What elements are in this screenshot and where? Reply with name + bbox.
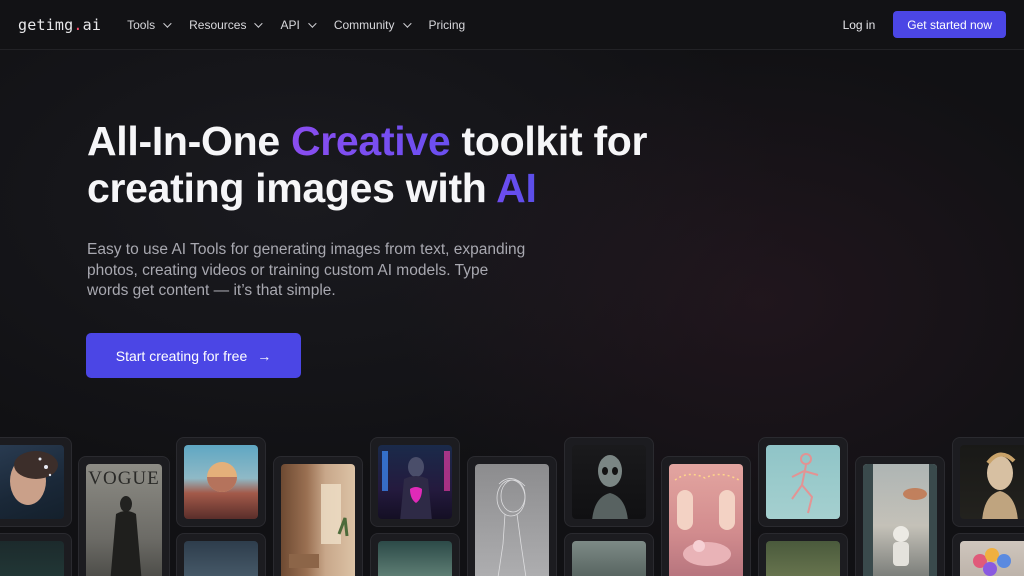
gallery-card[interactable] [758, 437, 848, 527]
start-creating-label: Start creating for free [115, 347, 248, 364]
gallery-foggy-landscape [572, 541, 646, 576]
gallery-card[interactable]: VOGUE [78, 456, 170, 576]
gallery-neon-cyborg [378, 445, 452, 519]
gallery-card[interactable] [273, 456, 363, 576]
hero-headline: All-In-One Creative toolkit for creating… [87, 118, 727, 212]
gallery-android-bust [960, 445, 1024, 519]
gallery-card[interactable] [370, 533, 460, 576]
gallery-teal-face [378, 541, 452, 576]
chevron-down-icon [307, 18, 317, 28]
chevron-down-icon [163, 18, 172, 28]
headline-part1: All-In-One [87, 118, 291, 164]
headline-accent-creative: Creative [290, 118, 451, 164]
gallery-interior-room [281, 464, 355, 576]
nav-item-label: Pricing [428, 17, 466, 32]
gallery-dark-portrait [0, 541, 64, 576]
logo-dot: . [73, 15, 83, 34]
gallery-statue-blue [184, 541, 258, 576]
gallery-card[interactable] [855, 456, 945, 576]
vogue-caption: VOGUE [88, 468, 160, 489]
nav-item-label: API [280, 17, 300, 32]
gallery-card[interactable] [176, 533, 266, 576]
top-navbar: getimg. ai Tools Resources API Community … [0, 0, 1024, 50]
gallery-sphere-landscape [184, 445, 258, 519]
gallery-card[interactable] [758, 533, 848, 576]
nav-item-pricing[interactable]: Pricing [429, 18, 466, 32]
nav-item-api[interactable]: API [280, 17, 317, 32]
nav-item-label: Community [333, 17, 395, 32]
gallery-card[interactable] [0, 533, 72, 576]
gallery-astronaut-portrait [863, 464, 937, 576]
nav-item-label: Tools [127, 17, 156, 32]
gallery-sketch-figure [475, 464, 549, 576]
logo-text: getimg [18, 15, 74, 34]
nav-links: Tools Resources API Community Pricing [127, 18, 485, 32]
nav-item-tools[interactable]: Tools [127, 17, 172, 32]
gallery-greenhouse [766, 541, 840, 576]
arrow-right-icon: → [257, 347, 272, 364]
logo[interactable]: getimg. ai [18, 16, 101, 34]
nav-actions: Log in Get started now [843, 11, 1006, 38]
gallery-balloons [960, 541, 1024, 576]
gallery-card[interactable] [564, 533, 654, 576]
nav-item-community[interactable]: Community [333, 17, 412, 32]
chevron-down-icon [402, 18, 412, 28]
gallery-card[interactable] [564, 437, 654, 527]
hero-subtitle: Easy to use AI Tools for generating imag… [87, 241, 526, 299]
gallery-glass-runner [766, 445, 840, 519]
gallery-card[interactable] [370, 437, 460, 527]
logo-suffix: ai [82, 15, 102, 34]
headline-accent-ai: AI [496, 165, 537, 211]
gallery-card[interactable] [176, 437, 266, 527]
start-creating-button[interactable]: Start creating for free → [86, 333, 301, 378]
gallery-card[interactable] [952, 437, 1024, 527]
gallery-card[interactable] [467, 456, 557, 576]
gallery-face-portrait [0, 445, 64, 519]
gallery-pink-room [669, 464, 743, 576]
nav-item-label: Resources [189, 17, 247, 32]
nav-item-resources[interactable]: Resources [189, 17, 264, 32]
gallery-card[interactable] [661, 456, 751, 576]
hero-section: All-In-One Creative toolkit for creating… [87, 118, 727, 302]
get-started-button[interactable]: Get started now [893, 11, 1006, 38]
login-link[interactable]: Log in [843, 18, 876, 32]
gallery-alien-bust [572, 445, 646, 519]
gallery-vogue-cover: VOGUE [86, 464, 162, 576]
chevron-down-icon [254, 18, 264, 28]
gallery-card[interactable] [952, 533, 1024, 576]
gallery-card[interactable] [0, 437, 72, 527]
